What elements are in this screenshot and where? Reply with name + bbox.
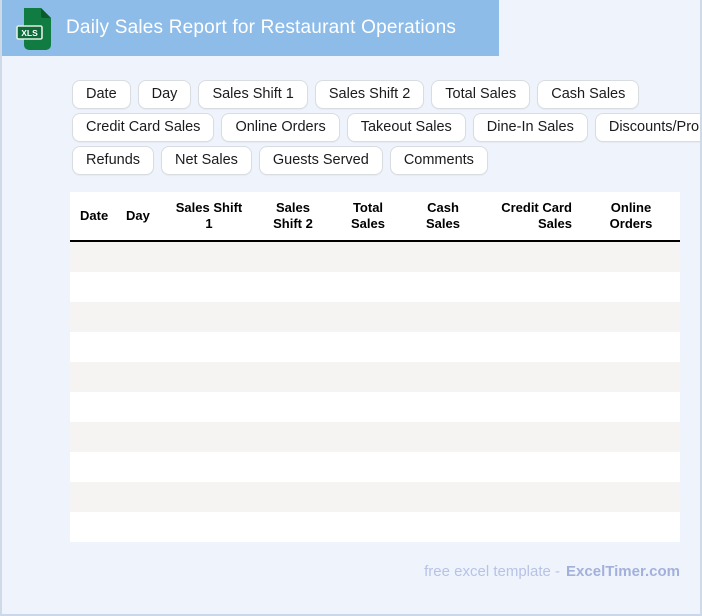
table-row — [70, 272, 680, 302]
table-row — [70, 512, 680, 542]
column-header-total-sales: Total Sales — [351, 200, 385, 231]
chip-sales-shift-2[interactable]: Sales Shift 2 — [314, 80, 425, 109]
header-bar: XLS Daily Sales Report for Restaurant Op… — [2, 0, 499, 56]
table-body — [70, 242, 680, 542]
field-chips: Date Day Sales Shift 1 Sales Shift 2 Tot… — [72, 80, 700, 179]
column-header-credit-card-sales: Credit Card Sales — [501, 200, 572, 231]
chip-discounts-promos[interactable]: Discounts/Promos — [594, 113, 700, 142]
chip-net-sales[interactable]: Net Sales — [161, 146, 252, 175]
spreadsheet-preview: Date Day Sales Shift 1 Sales Shift 2 Tot… — [70, 192, 680, 542]
table-row — [70, 332, 680, 362]
chip-row-3: Refunds Net Sales Guests Served Comments — [72, 146, 700, 175]
table-row — [70, 482, 680, 512]
chip-day[interactable]: Day — [137, 80, 192, 109]
column-header-date: Date — [80, 208, 109, 223]
chip-online-orders[interactable]: Online Orders — [221, 113, 340, 142]
svg-text:XLS: XLS — [21, 28, 38, 38]
table-row — [70, 302, 680, 332]
column-header-sales-shift-2: Sales Shift 2 — [273, 200, 313, 231]
page-title: Daily Sales Report for Restaurant Operat… — [66, 17, 457, 38]
chip-total-sales[interactable]: Total Sales — [431, 80, 531, 109]
chip-sales-shift-1[interactable]: Sales Shift 1 — [198, 80, 308, 109]
footer-text: free excel template - — [424, 563, 561, 580]
footer-brand-link[interactable]: ExcelTimer.com — [566, 563, 680, 580]
table-row — [70, 422, 680, 452]
table-row — [70, 362, 680, 392]
xls-file-icon: XLS — [16, 7, 56, 51]
table-row — [70, 392, 680, 422]
table-header-row: Date Day Sales Shift 1 Sales Shift 2 Tot… — [70, 192, 680, 242]
footer-credit: free excel template - ExcelTimer.com — [424, 562, 680, 582]
chip-cash-sales[interactable]: Cash Sales — [537, 80, 640, 109]
chip-row-2: Credit Card Sales Online Orders Takeout … — [72, 113, 700, 142]
column-header-online-orders: Online Orders — [609, 200, 653, 231]
chip-row-1: Date Day Sales Shift 1 Sales Shift 2 Tot… — [72, 80, 700, 109]
chip-dine-in-sales[interactable]: Dine-In Sales — [472, 113, 588, 142]
column-header-day: Day — [126, 208, 150, 223]
chip-guests-served[interactable]: Guests Served — [258, 146, 383, 175]
table-row — [70, 452, 680, 482]
chip-takeout-sales[interactable]: Takeout Sales — [346, 113, 466, 142]
chip-comments[interactable]: Comments — [389, 146, 488, 175]
table-row — [70, 242, 680, 272]
chip-date[interactable]: Date — [72, 80, 131, 109]
column-header-cash-sales: Cash Sales — [426, 200, 460, 231]
chip-credit-card-sales[interactable]: Credit Card Sales — [72, 113, 215, 142]
column-header-sales-shift-1: Sales Shift 1 — [175, 200, 243, 231]
page: XLS Daily Sales Report for Restaurant Op… — [0, 0, 702, 616]
chip-refunds[interactable]: Refunds — [72, 146, 155, 175]
